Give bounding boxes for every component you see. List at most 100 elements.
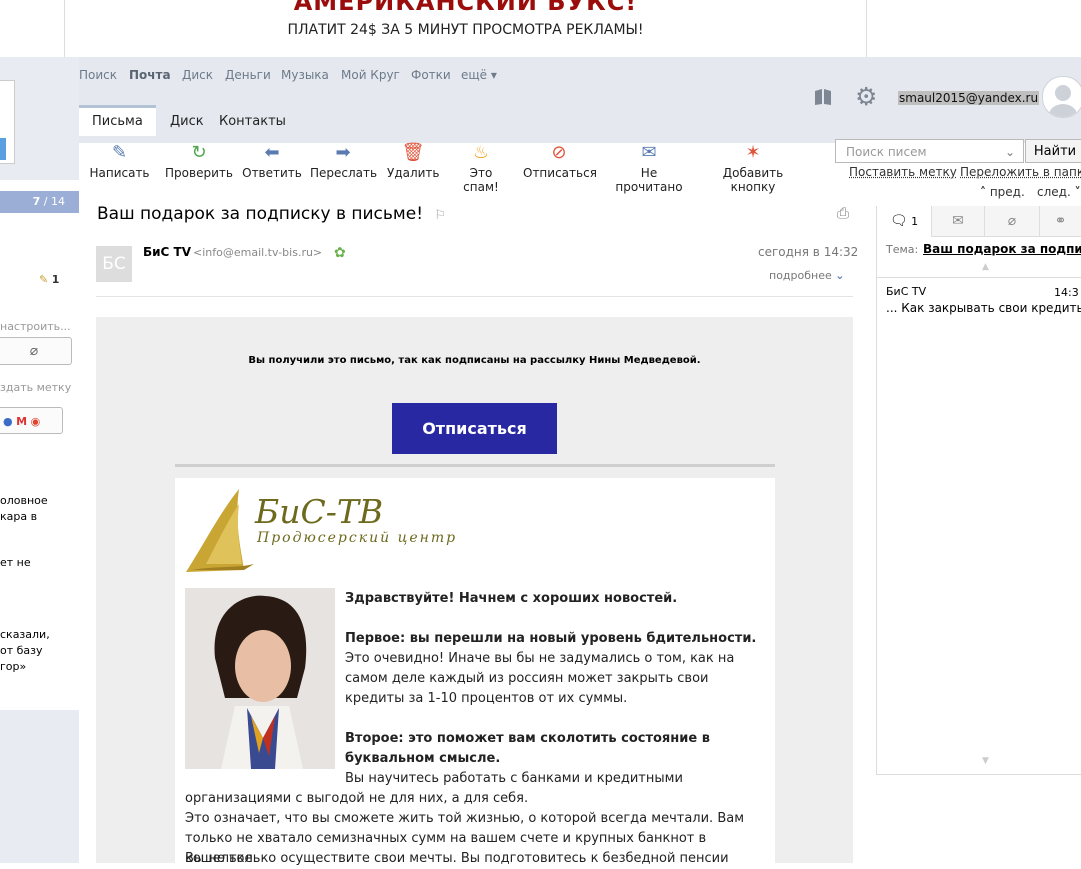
sender-email[interactable]: <info@email.tv-bis.ru>	[193, 246, 322, 259]
tab-thread-mail[interactable]: ✉	[932, 206, 985, 236]
nav-photos[interactable]: Фотки	[411, 68, 451, 82]
tab-letters[interactable]: Письма	[79, 105, 156, 136]
point-2-text-3: Вы не только осуществите свои мечты. Вы …	[185, 851, 729, 866]
chevron-down-icon: ⌄	[835, 269, 845, 282]
body-divider	[175, 464, 775, 467]
author-photo	[185, 588, 335, 769]
left-snippet-2[interactable]: ет не	[0, 555, 79, 571]
mark-unread-button[interactable]: ✉ Не прочитано	[606, 142, 692, 195]
nav-search[interactable]: Поиск	[79, 68, 117, 82]
message-subject: Ваш подарок за подписку в письме! ⚐	[97, 204, 446, 224]
unread-label: Не прочитано	[615, 166, 683, 194]
ad-banner[interactable]: АМЕРИКАНСКИЙ БУКС! ПЛАТИТ 24$ ЗА 5 МИНУТ…	[64, 0, 867, 57]
thread-topic-label: Тема:	[886, 243, 919, 256]
flag-icon[interactable]: ⚐	[434, 208, 446, 223]
left-blue-tab[interactable]	[0, 138, 6, 160]
user-email[interactable]: smaul2015@yandex.ru	[898, 91, 1040, 105]
scroll-up-arrow[interactable]: ▲	[982, 262, 989, 272]
nav-more[interactable]: ещё ▾	[461, 68, 497, 82]
speech-bubble-icon: 🗨	[889, 213, 908, 229]
subscription-notice: Вы получили это письмо, так как подписан…	[248, 355, 701, 366]
move-folder-link[interactable]: Переложить в папку	[960, 165, 1081, 179]
greeting: Здравствуйте! Начнем с хороших новостей.	[345, 591, 678, 606]
envelope-icon: ✉	[952, 213, 964, 229]
point-1-title: Первое: вы перешли на новый уровень бдит…	[345, 631, 757, 646]
thread-item[interactable]: БиС TV 14:3 ... Как закрывать свои креди…	[877, 281, 1081, 321]
details-toggle[interactable]: подробнее ⌄	[769, 269, 844, 282]
nav-disk[interactable]: Диск	[182, 68, 213, 82]
reply-label: Ответить	[242, 166, 302, 180]
forward-label: Переслать	[310, 166, 378, 180]
gmail-icon: M	[16, 415, 28, 428]
arrow-right-icon: ➡	[335, 142, 351, 163]
header-divider	[96, 296, 853, 297]
message-time: сегодня в 14:32	[758, 245, 859, 259]
unsubscribe-label: Отписаться	[523, 166, 597, 180]
details-label: подробнее	[769, 269, 832, 282]
thread-item-snippet: ... Как закрывать свои кредиты...	[886, 301, 1081, 315]
nav-money[interactable]: Деньги	[225, 68, 271, 82]
next-button[interactable]: след. ˅	[1037, 185, 1081, 199]
nav-my-circle[interactable]: Мой Круг	[341, 68, 400, 82]
spam-button[interactable]: ♨ Это спам!	[450, 142, 512, 195]
banner-subline: ПЛАТИТ 24$ ЗА 5 МИНУТ ПРОСМОТРА РЕКЛАМЫ!	[287, 22, 644, 38]
attachment-filter-button[interactable]: ⌀	[0, 337, 72, 365]
search-input[interactable]: Поиск писем ⌄	[835, 139, 1024, 163]
tab-thread-attachments[interactable]: ⌀	[985, 206, 1040, 236]
broom-badge[interactable]: ✎ 1	[39, 273, 59, 286]
thread-item-sender: БиС TV	[886, 285, 927, 298]
service-icon-blue: ●	[3, 415, 13, 428]
thread-topic[interactable]: Ваш подарок за подпи...	[923, 242, 1081, 256]
tab-contacts[interactable]: Контакты	[206, 108, 299, 136]
delete-button[interactable]: 🗑 Удалить	[387, 142, 440, 181]
point-2-text-1: Вы научитесь работать с банками и кредит…	[185, 771, 683, 806]
verified-icon: ✿	[334, 245, 346, 261]
user-avatar[interactable]	[1042, 76, 1081, 118]
unsubscribe-button[interactable]: ⊘ Отписаться	[523, 142, 597, 181]
envelope-icon: ✉	[641, 142, 657, 163]
banner-headline: АМЕРИКАНСКИЙ БУКС!	[293, 0, 638, 16]
prev-button[interactable]: ˄ пред.	[980, 185, 1025, 199]
thread-list-divider	[877, 277, 1081, 278]
nav-mail[interactable]: Почта	[129, 68, 171, 82]
configure-link[interactable]: настроить...	[0, 320, 71, 333]
message-counter: 7 / 14	[0, 191, 79, 213]
add-button-button[interactable]: ✶ Добавить кнопку	[702, 143, 804, 195]
left-snippet-3[interactable]: сказали, от базу гор»	[0, 627, 79, 675]
counter-sep: /	[43, 195, 48, 208]
book-icon[interactable]	[813, 88, 833, 106]
tab-thread-messages[interactable]: 🗨 1	[877, 206, 932, 237]
caret-down-icon: ˅	[1074, 185, 1081, 199]
search-placeholder: Поиск писем	[846, 145, 927, 159]
next-label: след.	[1037, 185, 1071, 199]
unsubscribe-cta[interactable]: Отписаться	[392, 403, 557, 454]
point-2-title: Второе: это поможет вам сколотить состоя…	[345, 731, 710, 766]
find-button[interactable]: Найти	[1025, 139, 1081, 163]
tab-thread-links[interactable]: ⚭	[1040, 206, 1081, 236]
mail-services-button[interactable]: ● M ◉	[0, 407, 63, 434]
subject-text: Ваш подарок за подписку в письме!	[97, 204, 424, 224]
compose-button[interactable]: ✎ Написать	[88, 143, 151, 181]
prev-label: пред.	[989, 185, 1025, 199]
block-icon: ⊘	[551, 142, 567, 163]
print-icon[interactable]: ⎙	[837, 204, 849, 222]
delete-label: Удалить	[387, 166, 440, 180]
add-button-label: Добавить кнопку	[722, 166, 784, 194]
reply-button[interactable]: ⬅ Ответить	[242, 143, 302, 181]
sender-avatar: БС	[96, 246, 132, 282]
create-label-link[interactable]: здать метку	[0, 381, 71, 394]
logo-subtitle: Продюсерский центр	[257, 530, 458, 546]
check-mail-button[interactable]: ↻ Проверить	[165, 142, 233, 181]
chevron-down-icon[interactable]: ⌄	[1005, 140, 1015, 164]
set-label-link[interactable]: Поставить метку	[849, 165, 957, 179]
trash-icon: 🗑	[401, 142, 425, 163]
nav-music[interactable]: Музыка	[281, 68, 329, 82]
left-snippet-1[interactable]: оловное кара в	[0, 493, 79, 525]
refresh-icon: ↻	[191, 142, 207, 163]
thread-count: 1	[911, 215, 919, 228]
fire-icon: ♨	[472, 142, 490, 163]
forward-button[interactable]: ➡ Переслать	[310, 142, 378, 181]
sender-name[interactable]: БиС TV	[143, 245, 191, 259]
gear-icon[interactable]: ⚙	[855, 84, 877, 110]
scroll-down-arrow[interactable]: ▼	[982, 756, 989, 766]
